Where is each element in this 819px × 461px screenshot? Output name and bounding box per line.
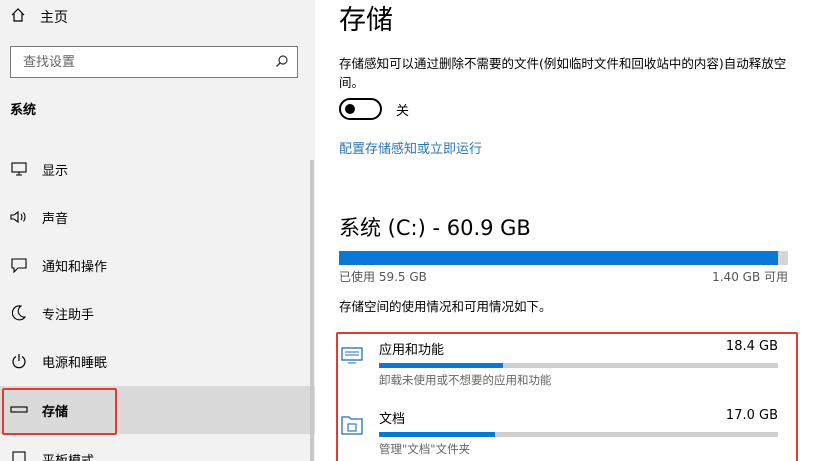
storage-sense-toggle-row: 关 [339, 98, 409, 120]
home-icon [10, 7, 26, 27]
category-size: 17.0 GB [725, 408, 778, 423]
drive-used-label: 已使用 59.5 GB [339, 270, 427, 284]
toggle-state-label: 关 [396, 103, 410, 119]
category-usage-fill [379, 363, 503, 368]
sidebar-item-focus-assist[interactable]: 专注助手 [0, 289, 315, 337]
storage-sense-toggle[interactable] [339, 98, 382, 120]
main-content: 存储 存储感知可以通过删除不需要的文件(例如临时文件和回收站中的内容)自动释放空… [336, 0, 809, 461]
search-input[interactable] [23, 54, 275, 70]
sidebar-item-label: 电源和睡眠 [42, 355, 108, 371]
drive-title: 系统 (C:) - 60.9 GB [339, 216, 531, 240]
search-icon[interactable] [275, 53, 289, 72]
home-nav-item[interactable]: 主页 [10, 6, 68, 28]
drive-usage-bar [339, 251, 788, 265]
speaker-icon [10, 208, 28, 226]
sidebar-item-display[interactable]: 显示 [0, 145, 315, 193]
category-usage-bar [379, 363, 778, 368]
sidebar: 主页 系统 显示 声音 通知和操作 专注助手 电源和睡眠 [0, 0, 315, 461]
moon-icon [10, 304, 28, 322]
usage-note: 存储空间的使用情况和可用情况如下。 [339, 299, 552, 314]
category-usage-fill [379, 432, 495, 437]
sidebar-item-notifications[interactable]: 通知和操作 [0, 241, 315, 289]
drive-usage-fill [339, 251, 778, 265]
apps-icon [341, 345, 363, 365]
section-label-system: 系统 [10, 103, 37, 118]
sidebar-item-storage[interactable]: 存储 [0, 386, 315, 434]
sidebar-item-label: 声音 [42, 211, 69, 227]
home-label: 主页 [40, 10, 68, 26]
sidebar-item-label: 平板模式 [42, 453, 95, 461]
page-title: 存储 [339, 5, 393, 36]
sidebar-item-label: 专注助手 [42, 307, 95, 323]
category-apps[interactable]: 应用和功能 18.4 GB 卸载未使用或不想要的应用和功能 [339, 335, 789, 395]
notification-icon [10, 256, 28, 274]
power-icon [10, 352, 28, 370]
category-documents[interactable]: 文档 17.0 GB 管理"文档"文件夹 [339, 404, 789, 461]
sidebar-scrollbar[interactable] [310, 160, 314, 461]
configure-storage-sense-link[interactable]: 配置存储感知或立即运行 [339, 138, 482, 157]
sidebar-item-label: 显示 [42, 163, 69, 179]
sidebar-item-sound[interactable]: 声音 [0, 193, 315, 241]
tablet-icon [10, 450, 28, 461]
category-description: 管理"文档"文件夹 [379, 442, 471, 456]
category-name: 文档 [379, 412, 406, 427]
sidebar-item-label: 通知和操作 [42, 259, 108, 275]
search-box[interactable] [10, 46, 298, 78]
category-usage-bar [379, 432, 778, 437]
storage-icon [10, 401, 28, 419]
display-icon [10, 160, 28, 178]
storage-sense-description: 存储感知可以通过删除不需要的文件(例如临时文件和回收站中的内容)自动释放空间。 [339, 56, 787, 90]
category-name: 应用和功能 [379, 343, 445, 358]
sidebar-item-power[interactable]: 电源和睡眠 [0, 337, 315, 385]
category-description: 卸载未使用或不想要的应用和功能 [379, 373, 552, 387]
sidebar-item-tablet-mode[interactable]: 平板模式 [0, 435, 315, 461]
sidebar-item-label: 存储 [42, 404, 69, 420]
toggle-knob [345, 104, 355, 114]
drive-free-label: 1.40 GB 可用 [712, 270, 788, 284]
category-size: 18.4 GB [725, 339, 778, 354]
documents-icon [341, 414, 363, 435]
